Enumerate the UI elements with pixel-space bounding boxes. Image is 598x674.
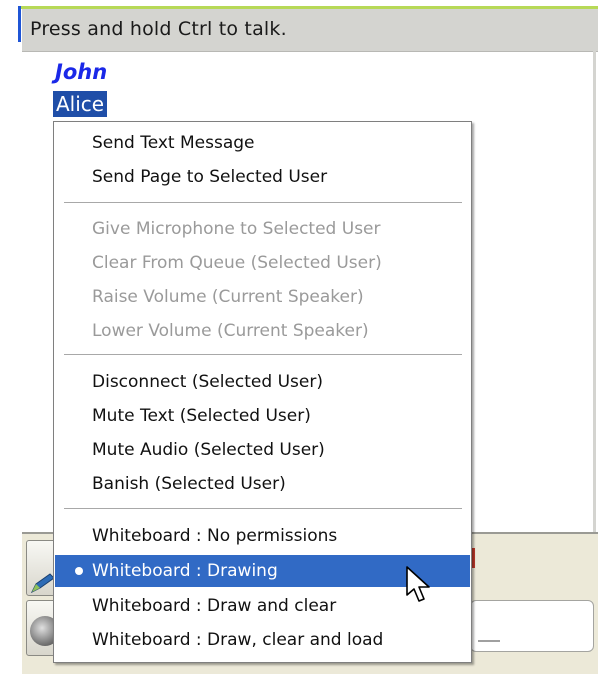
whiteboard-panel	[470, 600, 594, 652]
menu-item-lower-volume[interactable]: Lower Volume (Current Speaker)	[55, 315, 470, 347]
menu-item-label: Mute Text (Selected User)	[92, 406, 311, 426]
menu-item-disconnect[interactable]: Disconnect (Selected User)	[55, 366, 470, 398]
panel-divider	[478, 630, 500, 642]
menu-item-label: Whiteboard : Draw, clear and load	[92, 630, 384, 650]
menu-item-label: Disconnect (Selected User)	[92, 372, 323, 392]
menu-separator	[64, 354, 462, 356]
menu-item-whiteboard-draw-clear-load[interactable]: Whiteboard : Draw, clear and load	[55, 624, 470, 656]
level-indicator	[472, 548, 475, 568]
menu-item-label: Lower Volume (Current Speaker)	[92, 321, 369, 341]
user-list-item-john[interactable]: John	[55, 60, 107, 84]
menu-item-banish[interactable]: Banish (Selected User)	[55, 468, 470, 500]
window-top-border	[18, 6, 598, 9]
menu-item-send-page[interactable]: Send Page to Selected User	[55, 161, 470, 193]
menu-item-raise-volume[interactable]: Raise Volume (Current Speaker)	[55, 281, 470, 313]
menu-item-label: Whiteboard : No permissions	[92, 526, 338, 546]
menu-item-label: Banish (Selected User)	[92, 474, 286, 494]
talk-hint-text: Press and hold Ctrl to talk.	[30, 18, 287, 40]
menu-item-label: Whiteboard : Draw and clear	[92, 596, 337, 616]
menu-item-label: Mute Audio (Selected User)	[92, 440, 325, 460]
window-left-border	[18, 6, 21, 42]
menu-item-label: Whiteboard : Drawing	[92, 561, 278, 581]
menu-item-mute-audio[interactable]: Mute Audio (Selected User)	[55, 434, 470, 466]
menu-item-give-microphone[interactable]: Give Microphone to Selected User	[55, 213, 470, 245]
menu-item-label: Raise Volume (Current Speaker)	[92, 287, 364, 307]
mouse-pointer-icon	[406, 566, 430, 602]
menu-item-label: Send Text Message	[92, 133, 255, 153]
user-list-item-alice[interactable]: Alice	[51, 90, 109, 118]
menu-item-label: Give Microphone to Selected User	[92, 219, 381, 239]
menu-item-label: Clear From Queue (Selected User)	[92, 253, 382, 273]
menu-separator	[64, 508, 462, 510]
menu-item-send-text-message[interactable]: Send Text Message	[55, 127, 470, 159]
menu-item-label: Send Page to Selected User	[92, 167, 328, 187]
menu-separator	[64, 202, 462, 204]
menu-item-mute-text[interactable]: Mute Text (Selected User)	[55, 400, 470, 432]
menu-item-clear-from-queue[interactable]: Clear From Queue (Selected User)	[55, 247, 470, 279]
radio-bullet-icon	[75, 567, 83, 575]
menu-item-whiteboard-no-permissions[interactable]: Whiteboard : No permissions	[55, 520, 470, 552]
